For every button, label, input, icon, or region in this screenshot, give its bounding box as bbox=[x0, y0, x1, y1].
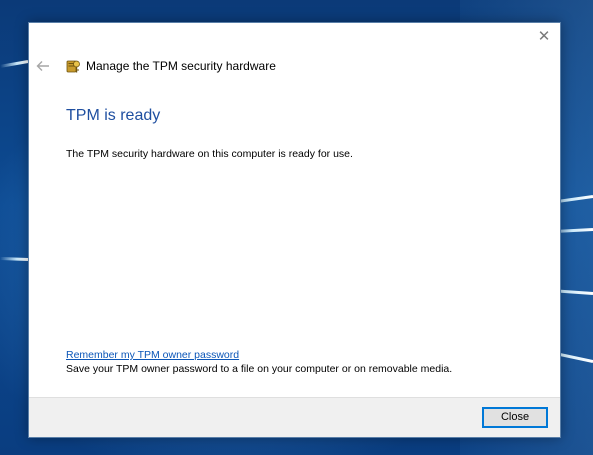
tpm-management-dialog: ✕ Manage the TPM security hardware TPM i… bbox=[28, 22, 561, 438]
dialog-footer: Close bbox=[29, 397, 560, 437]
close-button[interactable]: Close bbox=[482, 407, 548, 428]
back-arrow-icon[interactable] bbox=[35, 58, 51, 74]
window-close-button[interactable]: ✕ bbox=[536, 28, 552, 44]
owner-password-description: Save your TPM owner password to a file o… bbox=[66, 363, 453, 375]
remember-owner-password-link[interactable]: Remember my TPM owner password bbox=[66, 349, 239, 361]
wallpaper-light-beam bbox=[0, 257, 29, 261]
tpm-status-description: The TPM security hardware on this comput… bbox=[66, 148, 353, 160]
dialog-title: Manage the TPM security hardware bbox=[86, 59, 276, 73]
tpm-chip-icon bbox=[66, 60, 80, 73]
tpm-status-heading: TPM is ready bbox=[66, 107, 161, 124]
dialog-header: Manage the TPM security hardware bbox=[29, 55, 560, 79]
wallpaper-light-beam bbox=[0, 60, 29, 68]
